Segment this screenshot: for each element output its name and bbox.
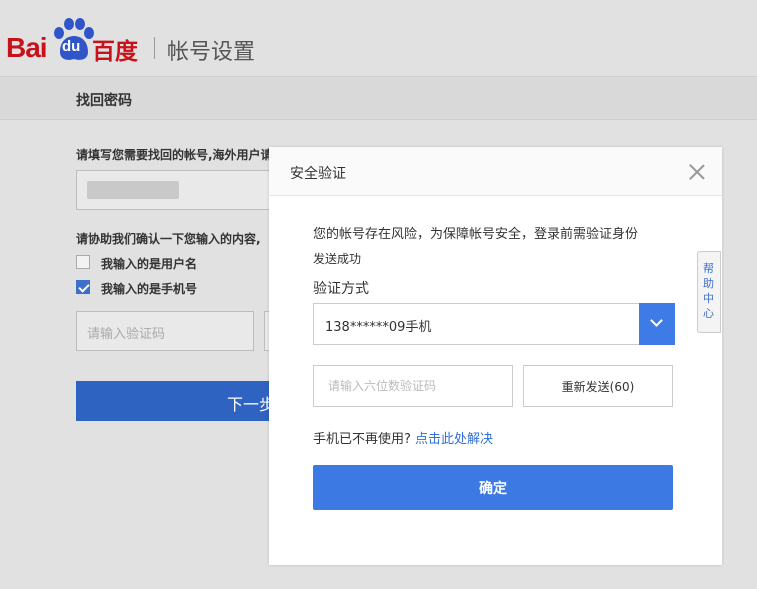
verification-code-input[interactable] — [313, 365, 513, 407]
verification-method-select[interactable]: 138******09手机 — [313, 303, 675, 345]
help-center-tab[interactable]: 帮助中心 — [697, 251, 721, 333]
confirm-prompt-label: 请协助我们确认一下您输入的内容, — [76, 232, 261, 246]
account-input[interactable] — [76, 170, 276, 210]
blurred-account-value — [87, 181, 179, 199]
header-divider — [154, 37, 155, 59]
resend-code-button[interactable]: 重新发送(60) — [523, 365, 673, 407]
verification-method-label: 验证方式 — [313, 281, 369, 297]
logo-bai-text: Bai — [6, 32, 48, 63]
captcha-placeholder: 请输入验证码 — [87, 327, 166, 342]
dialog-title: 安全验证 — [290, 166, 346, 182]
send-status: 发送成功 — [313, 252, 362, 266]
next-button[interactable]: 下一步 — [76, 381, 276, 421]
subbar: 找回密码 — [0, 76, 757, 120]
selected-method-value: 138******09手机 — [325, 320, 432, 335]
phone-checkbox[interactable] — [76, 280, 90, 294]
header: Bai du 百度 帐号设置 — [0, 0, 757, 76]
account-prompt-label: 请填写您需要找回的帐号,海外用户请 — [76, 148, 273, 162]
page-title: 帐号设置 — [167, 40, 256, 65]
security-verification-dialog: 安全验证 您的帐号存在风险，为保障帐号安全，登录前需验证身份 发送成功 验证方式… — [269, 147, 722, 565]
risk-message: 您的帐号存在风险，为保障帐号安全，登录前需验证身份 — [313, 227, 639, 242]
next-button-label: 下一步 — [227, 395, 276, 414]
username-option-label[interactable]: 我输入的是用户名 — [101, 255, 197, 272]
help-center-label: 帮助中心 — [703, 262, 714, 320]
subbar-title: 找回密码 — [76, 93, 132, 109]
phone-lost-row: 手机已不再使用? 点击此处解决 — [313, 428, 493, 447]
phone-lost-link[interactable]: 点击此处解决 — [415, 432, 493, 447]
captcha-input[interactable]: 请输入验证码 — [76, 311, 254, 351]
phone-option-label[interactable]: 我输入的是手机号 — [101, 280, 197, 297]
logo-chinese-text: 百度 — [92, 39, 138, 65]
confirm-button[interactable]: 确定 — [313, 465, 673, 510]
username-checkbox[interactable] — [76, 255, 90, 269]
close-icon[interactable] — [687, 162, 707, 182]
dialog-header: 安全验证 — [269, 147, 722, 196]
logo-du-text: du — [62, 38, 81, 55]
phone-lost-text: 手机已不再使用? — [313, 432, 411, 447]
chevron-down-icon[interactable] — [639, 303, 675, 345]
